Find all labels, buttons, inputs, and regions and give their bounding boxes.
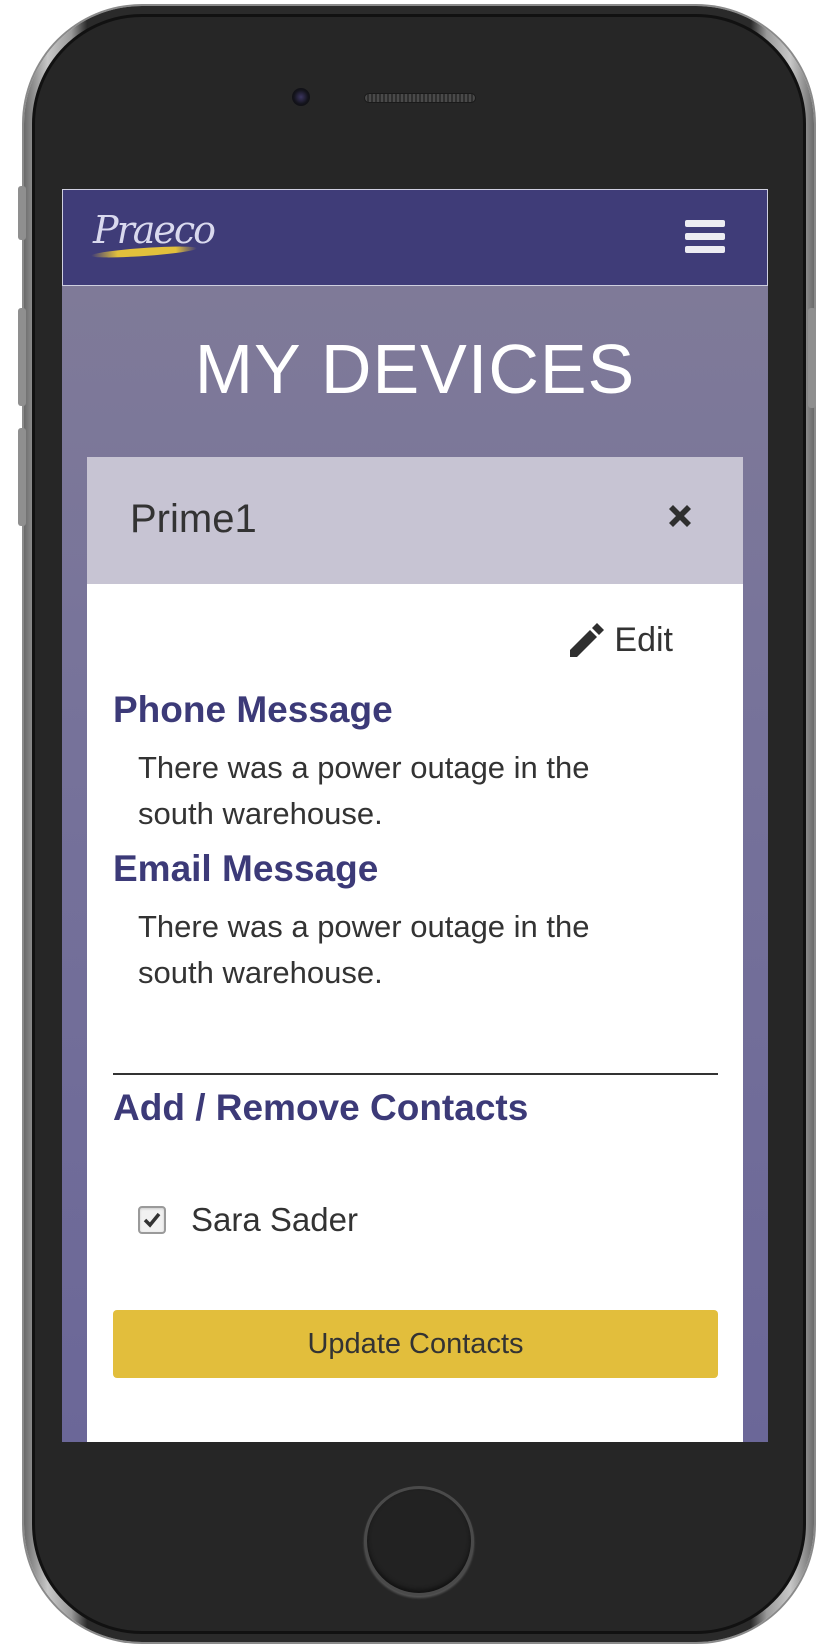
checkmark-icon <box>143 1212 161 1228</box>
navbar: Praeco <box>62 189 768 286</box>
close-icon[interactable] <box>665 501 695 531</box>
phone-message-heading: Phone Message <box>113 689 393 730</box>
pencil-icon <box>570 623 605 657</box>
phone-home-button[interactable] <box>364 1486 474 1596</box>
app-screen: Praeco MY DEVICES Prime1 Edit Phone Mess… <box>62 189 768 1442</box>
device-name: Prime1 <box>130 497 257 541</box>
email-message-text: There was a power outage in the south wa… <box>138 909 590 990</box>
edit-button[interactable]: Edit <box>566 617 673 663</box>
phone-side-button <box>808 308 816 408</box>
phone-side-button <box>18 186 26 240</box>
phone-message-text: There was a power outage in the south wa… <box>138 750 590 831</box>
email-message-heading: Email Message <box>113 848 379 889</box>
phone-side-button <box>18 308 26 406</box>
phone-side-button <box>18 428 26 526</box>
divider <box>113 1073 718 1075</box>
phone-camera <box>292 88 310 106</box>
contact-row: Sara Sader <box>138 1200 358 1240</box>
update-contacts-button[interactable]: Update Contacts <box>113 1310 718 1378</box>
device-card-header[interactable]: Prime1 <box>87 457 743 584</box>
praeco-logo[interactable]: Praeco <box>93 208 216 268</box>
page-title: MY DEVICES <box>194 330 636 408</box>
contact-name: Sara Sader <box>191 1201 358 1238</box>
device-card: Prime1 Edit Phone Message There was a po… <box>87 457 743 1442</box>
phone-speaker <box>364 93 476 103</box>
logo-text: Praeco <box>93 208 216 252</box>
contacts-heading: Add / Remove Contacts <box>113 1087 529 1128</box>
hamburger-menu-icon[interactable] <box>685 220 725 256</box>
edit-label: Edit <box>614 620 673 659</box>
contact-checkbox[interactable] <box>138 1206 166 1234</box>
